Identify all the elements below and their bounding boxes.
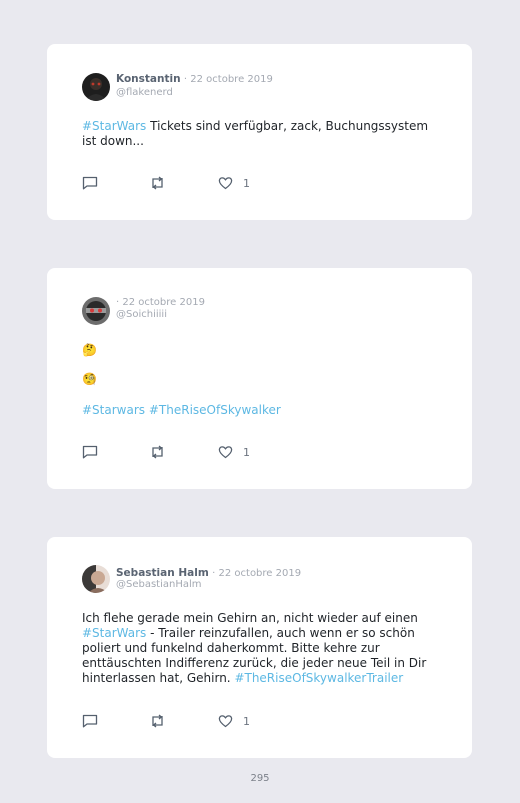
tweet-text: Ich flehe gerade mein Gehirn an, nicht w… bbox=[82, 611, 432, 686]
tweet-actions: 1 bbox=[82, 714, 282, 730]
reply-icon bbox=[82, 176, 98, 190]
like-button[interactable]: 1 bbox=[218, 714, 250, 728]
reply-button[interactable] bbox=[82, 445, 98, 459]
avatar[interactable] bbox=[82, 297, 110, 325]
author-line: · 22 octobre 2019 bbox=[116, 296, 205, 308]
reply-button[interactable] bbox=[82, 714, 98, 728]
tweet-date[interactable]: · 22 octobre 2019 bbox=[184, 74, 273, 85]
author-line: Konstantin · 22 octobre 2019 bbox=[116, 73, 273, 85]
like-button[interactable]: 1 bbox=[218, 445, 250, 459]
like-count: 1 bbox=[243, 176, 250, 190]
author-handle[interactable]: @flakenerd bbox=[116, 87, 173, 98]
author-handle[interactable]: @SebastianHalm bbox=[116, 579, 202, 590]
heart-icon bbox=[218, 446, 233, 459]
avatar[interactable] bbox=[82, 73, 110, 101]
tweet-hashtags: #Starwars #TheRiseOfSkywalker bbox=[82, 403, 432, 418]
avatar[interactable] bbox=[82, 565, 110, 593]
heart-icon bbox=[218, 177, 233, 190]
author-name[interactable]: Konstantin bbox=[116, 73, 181, 85]
like-count: 1 bbox=[243, 445, 250, 459]
author-name[interactable]: Sebastian Halm bbox=[116, 567, 209, 579]
author-handle[interactable]: @Soichiiiii bbox=[116, 309, 167, 320]
hashtag-link[interactable]: #TheRiseOfSkywalkerTrailer bbox=[234, 671, 403, 685]
like-button[interactable]: 1 bbox=[218, 176, 250, 190]
tweet-card: Konstantin · 22 octobre 2019 @flakenerd … bbox=[47, 44, 472, 220]
tweet-actions: 1 bbox=[82, 445, 282, 461]
like-count: 1 bbox=[243, 714, 250, 728]
emoji-thinking: 🤔 bbox=[82, 343, 97, 357]
hashtag-link[interactable]: #Starwars bbox=[82, 403, 145, 417]
retweet-button[interactable] bbox=[149, 176, 166, 190]
retweet-icon bbox=[152, 445, 163, 459]
hashtag-link[interactable]: #TheRiseOfSkywalker bbox=[149, 403, 281, 417]
tweet-card: · 22 octobre 2019 @Soichiiiii 🤔 🧐 #Starw… bbox=[47, 268, 472, 489]
heart-icon bbox=[218, 715, 233, 728]
author-line: Sebastian Halm · 22 octobre 2019 bbox=[116, 567, 301, 579]
hashtag-link[interactable]: #StarWars bbox=[82, 626, 146, 640]
page-number: 295 bbox=[250, 773, 270, 784]
retweet-button[interactable] bbox=[149, 445, 166, 459]
retweet-icon bbox=[152, 176, 163, 190]
reply-icon bbox=[82, 445, 98, 459]
tweet-text-segment: Ich flehe gerade mein Gehirn an, nicht w… bbox=[82, 611, 418, 625]
reply-button[interactable] bbox=[82, 176, 98, 190]
emoji-monocle: 🧐 bbox=[82, 372, 97, 386]
tweet-date[interactable]: · 22 octobre 2019 bbox=[116, 297, 205, 308]
hashtag-link[interactable]: #StarWars bbox=[82, 119, 146, 133]
retweet-button[interactable] bbox=[149, 714, 166, 728]
tweet-card: Sebastian Halm · 22 octobre 2019 @Sebast… bbox=[47, 537, 472, 758]
tweet-actions: 1 bbox=[82, 176, 282, 192]
retweet-icon bbox=[152, 714, 163, 728]
tweet-date[interactable]: · 22 octobre 2019 bbox=[212, 568, 301, 579]
reply-icon bbox=[82, 714, 98, 728]
tweet-text: #StarWars Tickets sind verfügbar, zack, … bbox=[82, 119, 432, 149]
